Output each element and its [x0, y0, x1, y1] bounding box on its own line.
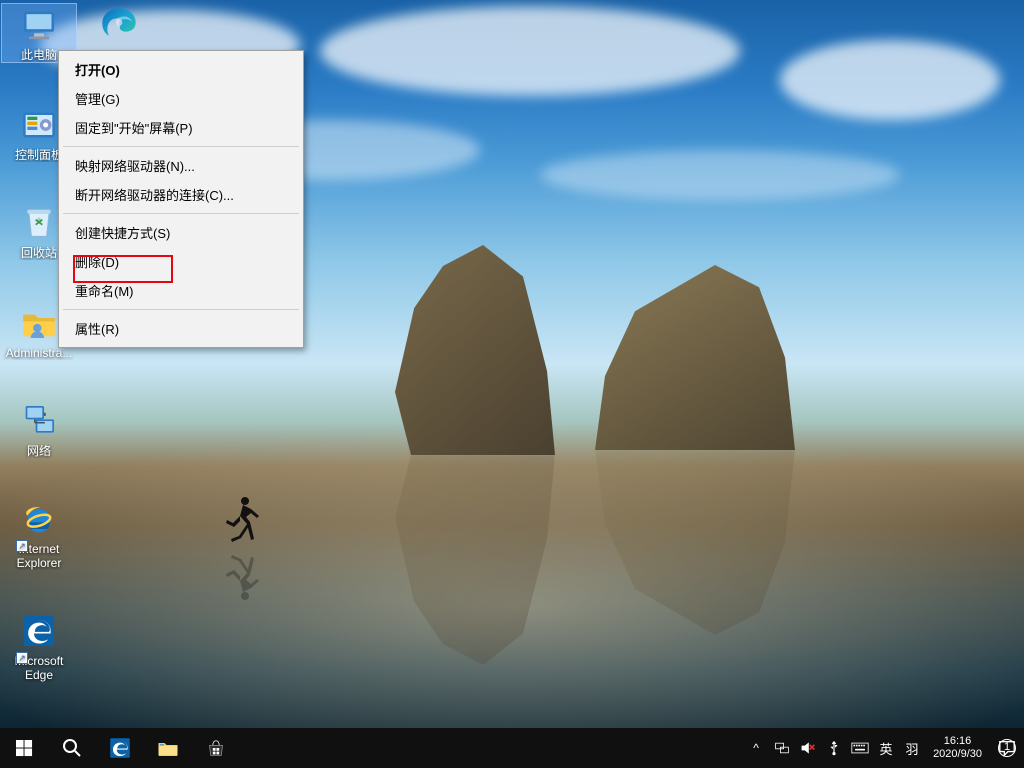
tray-usb[interactable]: [821, 728, 847, 768]
desktop[interactable]: 此电脑 控制面板 回收站 Administra... 网络 ↗: [0, 0, 1024, 728]
tray-keyboard[interactable]: [847, 728, 873, 768]
wallpaper-runner-reflection: [225, 548, 261, 602]
file-explorer-icon: [156, 736, 180, 760]
recycle-bin-icon: [16, 202, 62, 244]
desktop-icon-label: Internet: [2, 542, 76, 556]
taskbar-edge[interactable]: [96, 728, 144, 768]
control-panel-icon: [16, 104, 62, 146]
desktop-icon-edge[interactable]: ↗ Microsoft Edge: [2, 610, 76, 682]
wallpaper-rock: [395, 245, 555, 455]
desktop-icon-label: Explorer: [2, 556, 76, 570]
network-tray-icon: [774, 740, 790, 756]
tray-ime-lang[interactable]: 英: [873, 728, 899, 768]
tray-network[interactable]: [769, 728, 795, 768]
desktop-icon-label: Administra...: [2, 346, 76, 360]
windows-logo-icon: [16, 740, 33, 757]
system-tray: ^ 英 羽 16:16 2020/9/30 1: [743, 728, 1024, 768]
menu-manage[interactable]: 管理(G): [61, 84, 301, 113]
start-button[interactable]: [0, 728, 48, 768]
usb-icon: [826, 740, 842, 756]
taskbar-store[interactable]: [192, 728, 240, 768]
this-pc-icon: [16, 4, 62, 46]
tray-ime-mode[interactable]: 羽: [899, 728, 925, 768]
ime-indicator-b: 羽: [906, 739, 919, 758]
ime-indicator-a: 英: [880, 739, 893, 758]
ie-icon: [16, 498, 62, 540]
wallpaper-rock-reflection: [595, 450, 795, 635]
menu-delete[interactable]: 删除(D): [61, 247, 301, 276]
volume-muted-icon: [800, 740, 816, 756]
menu-separator: [63, 213, 299, 214]
wallpaper-cloud: [320, 6, 740, 96]
menu-open[interactable]: 打开(O): [61, 55, 301, 84]
desktop-icon-network[interactable]: 网络: [2, 400, 76, 458]
wallpaper-rock: [595, 265, 795, 450]
folder-icon: [16, 302, 62, 344]
desktop-icon-edge-alt[interactable]: [82, 4, 156, 48]
store-icon: [205, 737, 227, 759]
keyboard-icon: [851, 741, 869, 755]
chevron-up-icon: ^: [753, 741, 759, 755]
menu-separator: [63, 146, 299, 147]
search-button[interactable]: [48, 728, 96, 768]
menu-map-drive[interactable]: 映射网络驱动器(N)...: [61, 151, 301, 180]
edge-icon: [16, 610, 62, 652]
wallpaper-runner: [225, 495, 261, 549]
edge-icon: [96, 4, 142, 46]
notification-badge[interactable]: 1: [990, 728, 1024, 768]
tray-volume[interactable]: [795, 728, 821, 768]
taskbar: ^ 英 羽 16:16 2020/9/30 1: [0, 728, 1024, 768]
network-icon: [16, 400, 62, 442]
wallpaper-cloud: [780, 40, 1000, 120]
menu-disconnect-drive[interactable]: 断开网络驱动器的连接(C)...: [61, 180, 301, 209]
search-icon: [62, 738, 82, 758]
desktop-icon-label: 网络: [2, 444, 76, 458]
taskbar-clock[interactable]: 16:16 2020/9/30: [925, 728, 990, 768]
taskbar-file-explorer[interactable]: [144, 728, 192, 768]
desktop-icon-label: Microsoft: [2, 654, 76, 668]
clock-time: 16:16: [933, 735, 982, 748]
menu-create-shortcut[interactable]: 创建快捷方式(S): [61, 218, 301, 247]
tray-overflow[interactable]: ^: [743, 728, 769, 768]
badge-count: 1: [998, 739, 1016, 757]
clock-date: 2020/9/30: [933, 748, 982, 761]
menu-separator: [63, 309, 299, 310]
desktop-icon-ie[interactable]: ↗ Internet Explorer: [2, 498, 76, 570]
wallpaper-cloud: [540, 150, 900, 200]
context-menu: 打开(O) 管理(G) 固定到"开始"屏幕(P) 映射网络驱动器(N)... 断…: [58, 50, 304, 348]
menu-properties[interactable]: 属性(R): [61, 314, 301, 343]
menu-pin-start[interactable]: 固定到"开始"屏幕(P): [61, 113, 301, 142]
shortcut-arrow-icon: ↗: [16, 652, 28, 664]
edge-icon: [107, 735, 133, 761]
wallpaper-rock-reflection: [395, 455, 555, 665]
menu-rename[interactable]: 重命名(M): [61, 276, 301, 305]
shortcut-arrow-icon: ↗: [16, 540, 28, 552]
desktop-icon-label: Edge: [2, 668, 76, 682]
